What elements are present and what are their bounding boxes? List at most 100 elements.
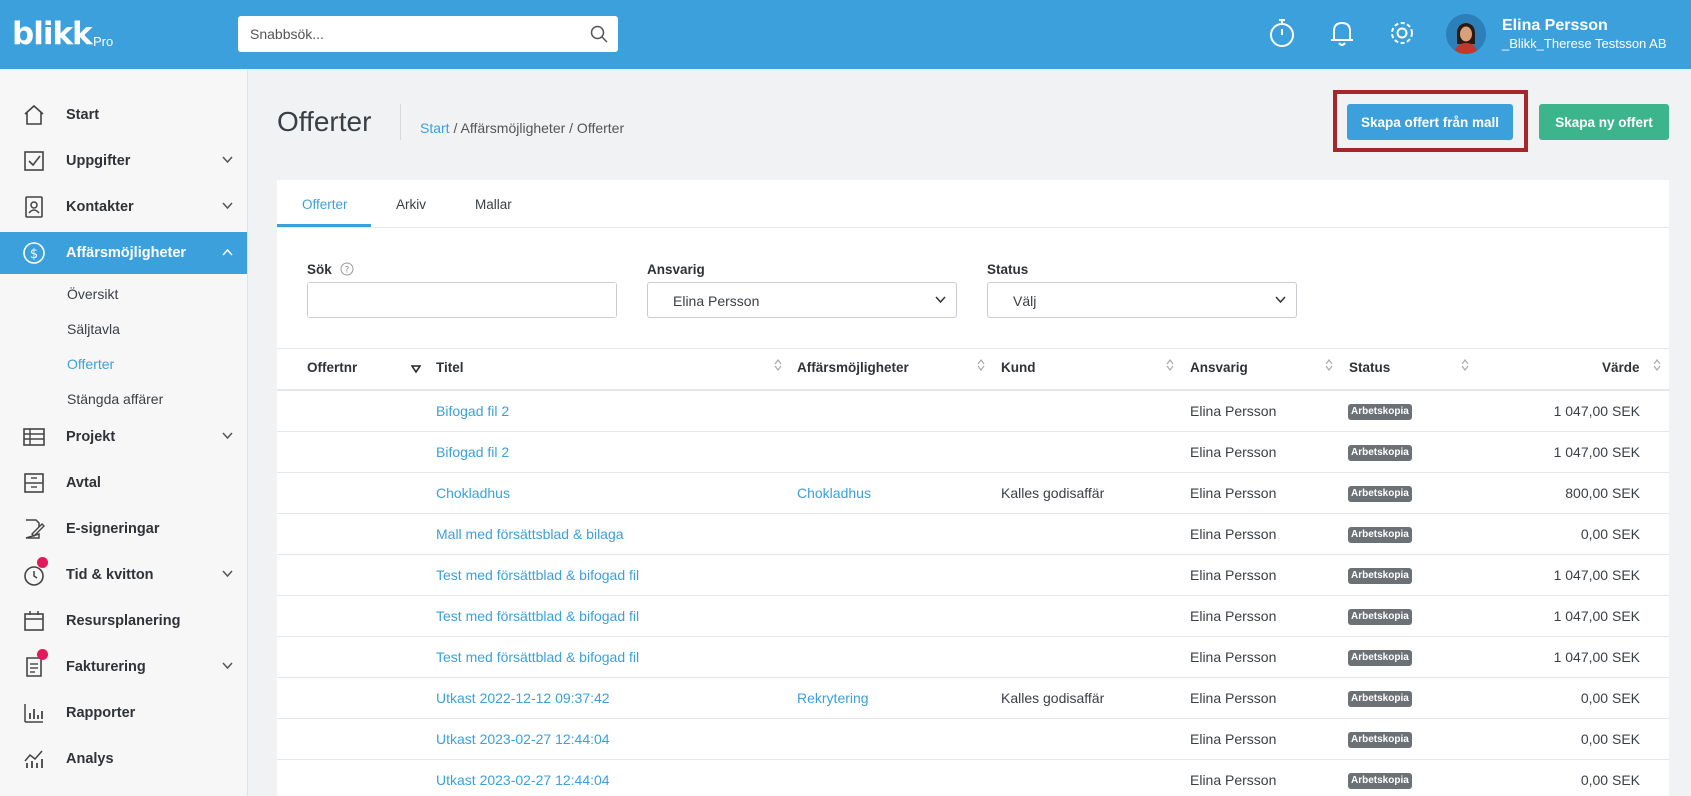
sidebar-item-avtal[interactable]: Avtal [0, 462, 247, 504]
sidebar-sub-stangda-affarer[interactable]: Stängda affärer [67, 391, 163, 407]
status-label: Status [987, 262, 1029, 277]
notification-dot [37, 557, 48, 568]
sidebar-item-affarsmojligheter[interactable]: $ Affärsmöjligheter [0, 232, 247, 274]
chevron-down-icon [222, 570, 233, 578]
sidebar-item-resursplanering[interactable]: Resursplanering [0, 600, 247, 642]
sidebar-item-rapporter[interactable]: Rapporter [0, 692, 247, 734]
cell-deal-link[interactable]: Rekrytering [797, 690, 869, 706]
create-from-template-button[interactable]: Skapa offert från mall [1347, 104, 1513, 140]
sort-desc-icon[interactable] [411, 362, 421, 376]
avatar[interactable] [1446, 14, 1486, 54]
chevron-down-icon [222, 662, 233, 670]
cell-title-link[interactable]: Test med försättblad & bifogad fil [436, 567, 639, 583]
column-header-kund[interactable]: Kund [1001, 360, 1036, 375]
logo[interactable]: blikk [12, 16, 93, 52]
calendar-icon [24, 611, 44, 631]
table-row[interactable]: Mall med försättsblad & bilaga Elina Per… [277, 514, 1669, 555]
cell-title-link[interactable]: Test med försättblad & bifogad fil [436, 608, 639, 624]
cell-customer: Kalles godisaffär [1001, 485, 1105, 501]
offer-search-input[interactable] [308, 283, 616, 317]
cell-deal-link[interactable]: Chokladhus [797, 485, 871, 501]
table-row[interactable]: Utkast 2023-02-27 12:44:04 Elina Persson… [277, 760, 1669, 796]
cell-responsible: Elina Persson [1190, 690, 1277, 706]
column-header-titel[interactable]: Titel [436, 360, 464, 375]
sort-icon[interactable] [1460, 358, 1470, 372]
stopwatch-icon[interactable] [1266, 16, 1298, 50]
column-header-affarsmojligheter[interactable]: Affärsmöjligheter [797, 360, 909, 375]
table-row[interactable]: Utkast 2022-12-12 09:37:42 Rekrytering K… [277, 678, 1669, 719]
sidebar-sub-saljtavla[interactable]: Säljtavla [67, 321, 120, 337]
search-label: Sök [307, 262, 332, 277]
contacts-icon [25, 196, 43, 218]
cell-title-link[interactable]: Mall med försättsblad & bilaga [436, 526, 624, 542]
bell-icon[interactable] [1326, 16, 1358, 50]
table-top-border [277, 348, 1669, 349]
chevron-up-icon [222, 248, 233, 256]
sidebar-item-label: Affärsmöjligheter [66, 245, 187, 261]
chevron-down-icon [935, 296, 946, 304]
column-header-varde[interactable]: Värde [1602, 360, 1640, 375]
column-header-ansvarig[interactable]: Ansvarig [1190, 360, 1248, 375]
table-row[interactable]: Chokladhus Chokladhus Kalles godisaffär … [277, 473, 1669, 514]
sort-icon[interactable] [1652, 358, 1662, 372]
sidebar-item-label: Start [66, 107, 100, 123]
tab-offerter[interactable]: Offerter [302, 197, 348, 212]
breadcrumb: Start / Affärsmöjligheter / Offerter [420, 120, 624, 136]
breadcrumb-rest: / Affärsmöjligheter / Offerter [449, 120, 625, 136]
archive-icon [24, 473, 44, 493]
user-name[interactable]: Elina Persson [1502, 17, 1608, 35]
sort-icon[interactable] [1165, 358, 1175, 372]
search-input[interactable] [238, 16, 558, 52]
chevron-down-icon [222, 156, 233, 164]
gear-icon[interactable] [1386, 16, 1418, 50]
page-title: Offerter [277, 106, 372, 137]
cell-responsible: Elina Persson [1190, 444, 1277, 460]
table-row[interactable]: Test med försättblad & bifogad fil Elina… [277, 637, 1669, 678]
sidebar-item-kontakter[interactable]: Kontakter [0, 186, 247, 228]
cell-value: 1 047,00 SEK [1553, 403, 1640, 419]
sidebar-item-start[interactable]: Start [0, 94, 247, 136]
sort-icon[interactable] [1324, 358, 1334, 372]
table-row[interactable]: Bifogad fil 2 Elina Persson Arbetskopia … [277, 391, 1669, 432]
table-row[interactable]: Test med försättblad & bifogad fil Elina… [277, 596, 1669, 637]
sidebar-item-analys[interactable]: Analys [0, 738, 247, 780]
create-new-offer-button[interactable]: Skapa ny offert [1539, 104, 1669, 140]
status-badge: Arbetskopia [1348, 732, 1412, 748]
cell-value: 1 047,00 SEK [1553, 567, 1640, 583]
help-icon[interactable]: ? [340, 262, 354, 276]
breadcrumb-start-link[interactable]: Start [420, 120, 450, 136]
sidebar-item-projekt[interactable]: Projekt [0, 416, 247, 458]
cell-title-link[interactable]: Utkast 2023-02-27 12:44:04 [436, 731, 610, 747]
cell-title-link[interactable]: Test med försättblad & bifogad fil [436, 649, 639, 665]
sidebar-item-label: Rapporter [66, 705, 136, 721]
tab-divider [277, 227, 1669, 228]
cell-title-link[interactable]: Bifogad fil 2 [436, 444, 509, 460]
sidebar-sub-oversikt[interactable]: Översikt [67, 286, 118, 302]
cell-responsible: Elina Persson [1190, 608, 1277, 624]
sidebar-item-uppgifter[interactable]: Uppgifter [0, 140, 247, 182]
cell-title-link[interactable]: Utkast 2022-12-12 09:37:42 [436, 690, 610, 706]
cell-customer: Kalles godisaffär [1001, 690, 1105, 706]
table-row[interactable]: Utkast 2023-02-27 12:44:04 Elina Persson… [277, 719, 1669, 760]
search-icon[interactable] [589, 24, 609, 44]
tab-mallar[interactable]: Mallar [475, 197, 512, 212]
table-row[interactable]: Test med försättblad & bifogad fil Elina… [277, 555, 1669, 596]
sidebar-item-fakturering[interactable]: Fakturering [0, 646, 247, 688]
offers-card: Offerter Arkiv Mallar Sök ? Ansvarig Eli… [277, 180, 1669, 796]
table-row[interactable]: Bifogad fil 2 Elina Persson Arbetskopia … [277, 432, 1669, 473]
responsible-select[interactable]: Elina Persson [647, 282, 957, 318]
cell-title-link[interactable]: Chokladhus [436, 485, 510, 501]
cell-title-link[interactable]: Utkast 2023-02-27 12:44:04 [436, 772, 610, 788]
cell-responsible: Elina Persson [1190, 485, 1277, 501]
sort-icon[interactable] [976, 358, 986, 372]
status-select[interactable]: Välj [987, 282, 1297, 318]
column-header-offertnr[interactable]: Offertnr [307, 360, 357, 375]
table-icon [23, 428, 45, 446]
sidebar-sub-offerter[interactable]: Offerter [67, 356, 114, 372]
sidebar-item-e-signeringar[interactable]: E-signeringar [0, 508, 247, 550]
column-header-status[interactable]: Status [1349, 360, 1390, 375]
sidebar-item-tid-kvitton[interactable]: Tid & kvitton [0, 554, 247, 596]
cell-title-link[interactable]: Bifogad fil 2 [436, 403, 509, 419]
tab-arkiv[interactable]: Arkiv [396, 197, 426, 212]
sort-icon[interactable] [773, 358, 783, 372]
